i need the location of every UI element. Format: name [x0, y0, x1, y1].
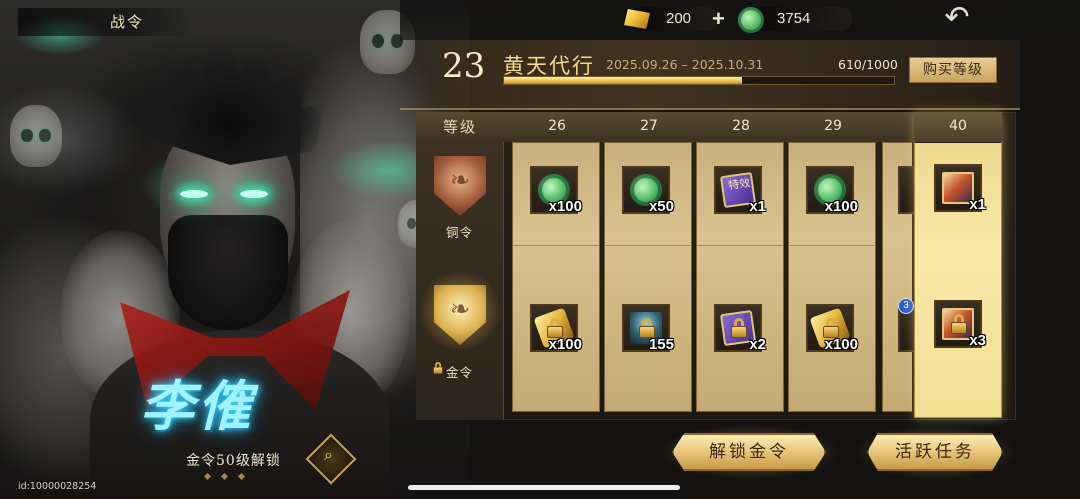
effect-card-text: 特效	[727, 176, 752, 193]
glowing-eye	[180, 190, 208, 198]
page-dot	[237, 472, 246, 481]
lock-icon	[545, 318, 565, 338]
level-number: 26	[548, 118, 566, 134]
reward-quantity: x100	[548, 198, 582, 215]
reward-quantity: x2	[749, 336, 766, 353]
xp-progress-fill	[504, 77, 742, 84]
reward-quantity: x100	[548, 336, 582, 353]
jade-coin-icon	[738, 7, 764, 33]
copper-reward-item[interactable]: x50	[622, 166, 674, 215]
gold-tier-label: 金令	[446, 365, 474, 380]
reward-quantity: x1	[749, 198, 766, 215]
hero-unlock-tip: 金令50级解锁	[186, 453, 281, 469]
reward-quantity: x50	[648, 198, 674, 215]
gold-reward-item[interactable]: x100	[806, 304, 858, 353]
season-dates: 2025.09.26 – 2025.10.31	[606, 57, 764, 72]
home-indicator[interactable]	[408, 485, 680, 490]
reward-quantity: x3	[969, 332, 986, 349]
gold-reward-item[interactable]: 155	[622, 304, 674, 353]
page-dot	[220, 472, 229, 481]
level-number: 29	[824, 118, 842, 134]
skull-decoration	[10, 105, 62, 167]
milestone-column-40[interactable]	[914, 112, 1002, 418]
lock-icon	[432, 362, 444, 374]
lock-icon	[637, 318, 657, 338]
copper-reward-item[interactable]: x100	[530, 166, 582, 215]
xp-progress-bar	[503, 76, 895, 85]
back-arrow-icon[interactable]: ↶	[936, 3, 978, 35]
reward-quantity: x100	[824, 336, 858, 353]
dragon-emblem-icon: ❧	[449, 295, 471, 323]
xp-counter: 610/1000	[838, 57, 898, 72]
active-tasks-button[interactable]: 活跃任务	[867, 433, 1003, 471]
partial-reward-item[interactable]	[898, 166, 914, 214]
buy-level-button[interactable]: 购买等级	[909, 57, 997, 83]
milestone-level-number: 40	[949, 118, 967, 134]
page-dot	[203, 472, 212, 481]
lock-icon	[729, 318, 749, 338]
gold-reward-item[interactable]: x2	[714, 304, 766, 353]
count-badge: 3	[898, 298, 914, 314]
lock-icon	[949, 314, 969, 334]
jade-amount: 3754	[777, 10, 811, 27]
hero-name-calligraphy: 李傕	[140, 374, 256, 438]
reward-quantity: x100	[824, 198, 858, 215]
magnifier-icon: ⌕	[324, 445, 333, 465]
hero-hair	[135, 25, 325, 165]
level-header-label: 等级	[443, 118, 478, 136]
hero-beard	[168, 215, 288, 330]
level-number: 28	[732, 118, 750, 134]
page-title: 战令	[18, 8, 194, 36]
copper-reward-item[interactable]: x100	[806, 166, 858, 215]
unlock-gold-pass-button[interactable]: 解锁金令	[672, 433, 826, 471]
gold-amount: 200	[666, 10, 692, 27]
gold-reward-item[interactable]: x100	[530, 304, 582, 353]
add-currency-button[interactable]: +	[712, 6, 725, 32]
copper-reward-item[interactable]: 特效 x1	[714, 166, 766, 215]
copper-milestone-reward[interactable]: x1	[934, 164, 986, 213]
dragon-emblem-icon: ❧	[449, 166, 471, 194]
reward-quantity: 155	[648, 336, 674, 353]
battle-pass-level: 23	[442, 46, 486, 86]
copper-tier-label: 铜令	[446, 225, 474, 240]
pagination-dots	[203, 472, 246, 481]
lock-icon	[821, 318, 841, 338]
user-id: id:10000028254	[18, 481, 97, 492]
reward-quantity: x1	[969, 196, 986, 213]
glowing-eye	[240, 190, 268, 198]
level-number: 27	[640, 118, 658, 134]
gold-milestone-reward[interactable]: x3	[934, 300, 986, 349]
